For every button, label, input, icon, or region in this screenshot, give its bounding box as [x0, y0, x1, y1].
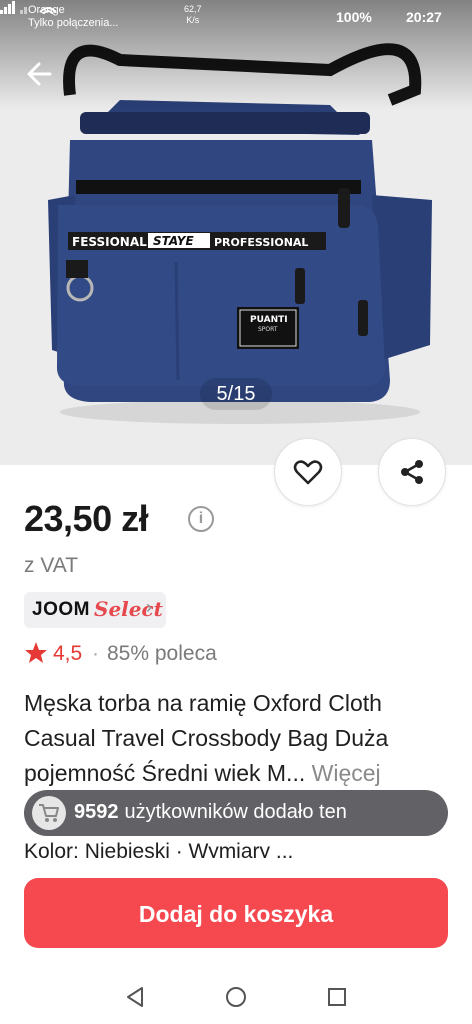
- clock: 20:27: [406, 9, 442, 25]
- joom-select-badge[interactable]: JOOM Select ›: [24, 592, 166, 628]
- star-icon: [25, 642, 47, 663]
- attributes-text: Kolor: Niebieski · Wymiary ...: [24, 842, 294, 858]
- favorite-button[interactable]: [274, 438, 342, 506]
- bag-tag-brand: PUANTI: [250, 315, 288, 325]
- chevron-right-icon: ›: [146, 597, 152, 617]
- joom-select-label: Select: [94, 597, 163, 621]
- network-speed: 62,7 K/s: [184, 4, 202, 26]
- joom-brand: JOOM: [32, 599, 90, 620]
- popularity-toast: 9592 użytkowników dodało ten: [24, 790, 448, 836]
- more-link[interactable]: Więcej: [312, 760, 381, 786]
- product-attributes-line[interactable]: Kolor: Niebieski · Wymiary ...: [24, 842, 444, 858]
- product-price: 23,50 zł: [24, 498, 149, 539]
- recommend-percent: 85% poleca: [107, 642, 217, 665]
- toast-icon-circle: [32, 796, 66, 830]
- product-title: Męska torba na ramię Oxford Cloth Casual…: [24, 686, 448, 791]
- info-icon[interactable]: i: [188, 506, 214, 532]
- circle-home-icon[interactable]: [225, 986, 247, 1008]
- toast-count: 9592: [74, 801, 119, 823]
- gallery-counter: 5/15: [200, 378, 272, 410]
- speed-unit: K/s: [186, 15, 200, 25]
- share-icon: [401, 460, 423, 484]
- bag-strip-right: PROFESSIONAL: [214, 236, 308, 249]
- system-nav-bar: [0, 968, 472, 1024]
- share-button[interactable]: [378, 438, 446, 506]
- bag-strip-center: STAYE: [153, 234, 194, 248]
- bag-tag-sub: SPORT: [258, 326, 278, 333]
- cart-icon: [39, 804, 59, 822]
- add-to-cart-button[interactable]: Dodaj do koszyka: [24, 878, 448, 948]
- square-recents-icon[interactable]: [326, 986, 348, 1008]
- speed-value: 62,7: [184, 4, 202, 14]
- bag-strip-left: FESSIONAL: [72, 235, 147, 249]
- network-note: Tylko połączenia...: [28, 17, 119, 29]
- status-bar: Orange Tylko połączenia... 62,7 K/s 100%…: [0, 0, 472, 36]
- arrow-left-icon: [27, 62, 52, 86]
- rating-row[interactable]: 4,5 · 85% poleca: [24, 640, 284, 668]
- heart-icon: [293, 460, 323, 485]
- rating-value: 4,5: [53, 642, 83, 665]
- toast-text: użytkowników dodało ten: [124, 801, 347, 823]
- battery-level: 100%: [336, 9, 372, 25]
- toast-message: 9592 użytkowników dodało ten: [74, 801, 347, 824]
- triangle-back-icon[interactable]: [124, 986, 146, 1008]
- product-image-gallery[interactable]: FESSIONAL STAYE PROFESSIONAL PUANTI SPOR…: [0, 0, 472, 465]
- vat-label: z VAT: [24, 554, 79, 577]
- rating-separator: ·: [92, 642, 99, 665]
- signal-wifi-icon: [0, 1, 56, 14]
- back-button[interactable]: [22, 56, 58, 92]
